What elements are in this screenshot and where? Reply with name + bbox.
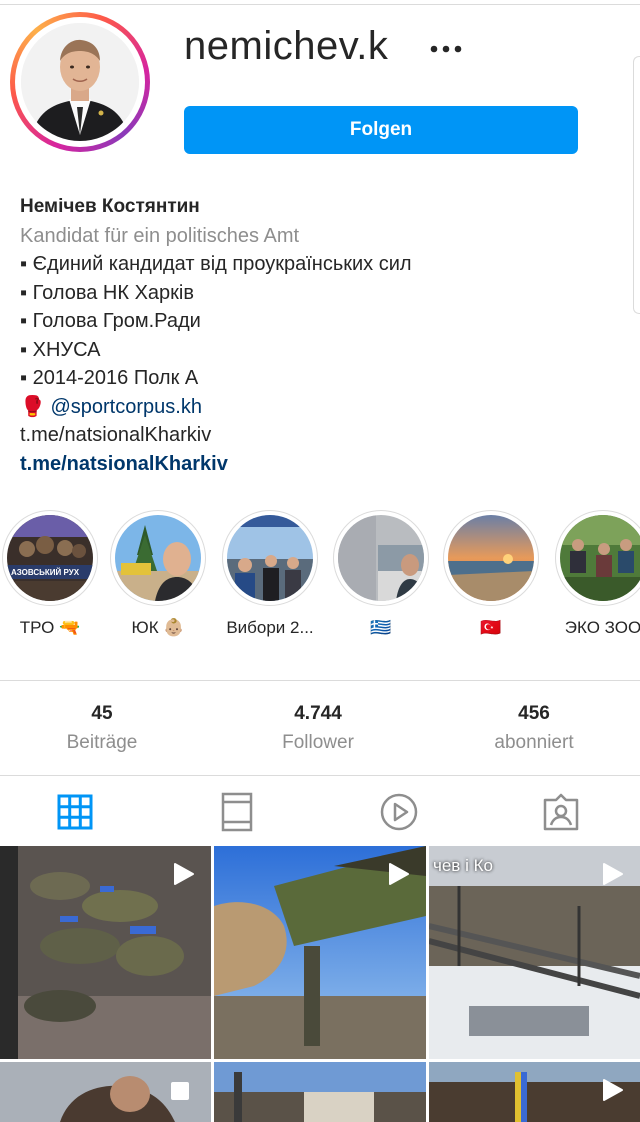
- bio-line: ▪ 2014-2016 Полк А: [20, 367, 199, 389]
- highlight-label: 🇹🇷: [480, 618, 502, 637]
- bio-line: ▪ Голова НК Харків: [20, 281, 194, 304]
- scroll-edge-handle[interactable]: [633, 56, 640, 314]
- bio-mention-line: 🥊 @sportcorpus.kh: [20, 393, 630, 422]
- profile-category: Kandidat für ein politisches Amt: [20, 224, 300, 247]
- more-icon: [430, 45, 462, 53]
- stat-following-value: 456: [518, 703, 550, 724]
- highlight-cover: [560, 515, 640, 601]
- stat-followers-value: 4.744: [294, 703, 342, 724]
- stat-posts[interactable]: 45 Beiträge: [2, 703, 202, 754]
- post-thumbnail[interactable]: [214, 1062, 426, 1122]
- highlight-cover: АЗОВСЬКИЙ РУХ: [7, 515, 93, 601]
- post-thumbnail[interactable]: чев і Ко: [429, 846, 640, 1059]
- story-highlights: АЗОВСЬКИЙ РУХ ТРО 🔫 ЮК 👶🏼 Вибори 2... 🇬🇷…: [0, 510, 640, 640]
- bio-line: ▪ Голова Гром.Ради: [20, 310, 201, 332]
- highlight-cover-text: АЗОВСЬКИЙ РУХ: [11, 568, 80, 577]
- boxing-glove-emoji: 🥊: [20, 395, 45, 418]
- highlight-item[interactable]: ЭКО ЗОО: [553, 510, 640, 638]
- follow-button[interactable]: Folgen: [184, 106, 578, 154]
- highlight-item[interactable]: ЮК 👶🏼: [108, 510, 208, 638]
- post-thumbnail[interactable]: [429, 1062, 640, 1122]
- stat-posts-label: Beiträge: [66, 732, 138, 753]
- reel-play-icon: [603, 1079, 623, 1101]
- reel-play-icon: [389, 863, 409, 885]
- profile-bio: Немічев Костянтин Kandidat für ein polit…: [20, 193, 630, 478]
- reel-play-icon: [603, 863, 623, 885]
- highlight-cover: [338, 515, 424, 601]
- website-link[interactable]: t.me/natsionalKharkiv: [20, 450, 630, 479]
- highlight-label: 🇬🇷: [370, 618, 392, 637]
- highlight-label: ЮК 👶🏼: [131, 618, 185, 637]
- highlight-label: Вибори 2...: [226, 618, 314, 637]
- stat-posts-value: 45: [91, 703, 113, 724]
- highlight-cover: [115, 515, 201, 601]
- top-divider: [0, 0, 640, 5]
- highlight-label: ТРО 🔫: [19, 618, 81, 637]
- highlight-item[interactable]: 🇬🇷: [331, 510, 431, 638]
- bio-link-plain[interactable]: t.me/natsionalKharkiv: [20, 421, 630, 450]
- reels-icon: [380, 793, 418, 831]
- profile-avatar-story-ring[interactable]: [10, 12, 150, 152]
- post-image: [214, 1062, 426, 1122]
- highlight-cover: [448, 515, 534, 601]
- profile-stats: 45 Beiträge 4.744 Follower 456 abonniert: [0, 680, 640, 776]
- post-thumbnail[interactable]: [0, 846, 211, 1059]
- posts-grid: чев і Ко: [0, 846, 640, 1122]
- feed-icon: [221, 792, 253, 832]
- tab-reels[interactable]: [379, 792, 419, 832]
- highlight-label: ЭКО ЗОО: [564, 618, 640, 637]
- highlight-cover: [227, 515, 313, 601]
- post-caption-overlay: чев і Ко: [433, 856, 493, 875]
- grid-icon: [57, 794, 93, 830]
- multi-post-icon: [171, 1082, 189, 1100]
- tagged-icon: [543, 793, 579, 831]
- stat-followers-label: Follower: [282, 732, 354, 753]
- post-thumbnail[interactable]: [0, 1062, 211, 1122]
- profile-display-name: Немічев Костянтин: [20, 196, 200, 217]
- highlight-item[interactable]: АЗОВСЬКИЙ РУХ ТРО 🔫: [0, 510, 100, 638]
- stat-following-label: abonniert: [494, 732, 574, 753]
- profile-tabs: [0, 776, 640, 846]
- bio-line: ▪ Єдиний кандидат від проукраїнських сил: [20, 253, 412, 275]
- reel-play-icon: [174, 863, 194, 885]
- tab-feed[interactable]: [217, 792, 257, 832]
- highlight-item[interactable]: 🇹🇷: [441, 510, 541, 638]
- bio-line: ▪ ХНУСА: [20, 338, 101, 361]
- profile-username: nemichev.k: [184, 24, 389, 68]
- stat-following[interactable]: 456 abonniert: [434, 703, 634, 754]
- highlight-item[interactable]: Вибори 2...: [220, 510, 320, 638]
- tab-tagged[interactable]: [541, 792, 581, 832]
- mention-link[interactable]: @sportcorpus.kh: [50, 396, 201, 418]
- stat-followers[interactable]: 4.744 Follower: [218, 703, 418, 754]
- tab-grid[interactable]: [55, 792, 95, 832]
- post-thumbnail[interactable]: [214, 846, 426, 1059]
- more-options-button[interactable]: [426, 34, 470, 64]
- profile-avatar: [21, 23, 139, 141]
